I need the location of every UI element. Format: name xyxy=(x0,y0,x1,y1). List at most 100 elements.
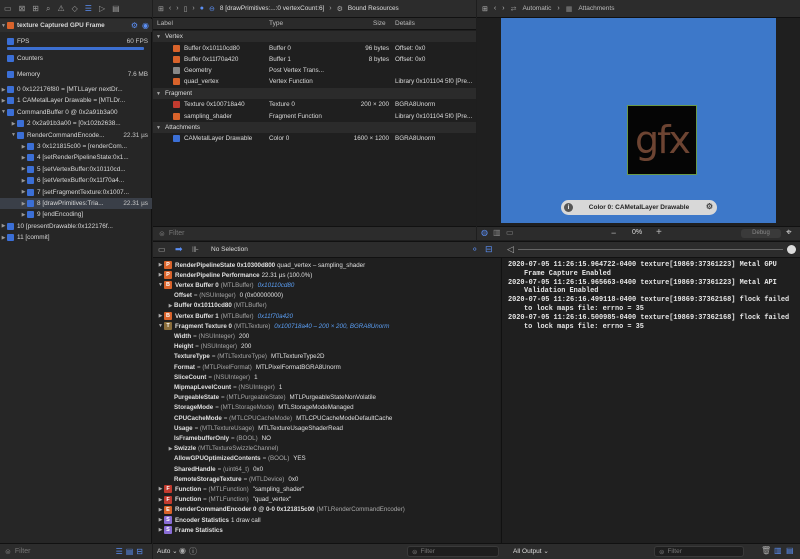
variable-row[interactable]: MipmapLevelCount = (NSUInteger) 1 xyxy=(167,382,282,392)
variable-row[interactable]: ▶ F Function = (MTLFunction) "sampling_shade… xyxy=(157,484,304,494)
variable-row[interactable]: ▶ Swizzle (MTLTextureSwizzleChannel) xyxy=(167,444,280,454)
disclosure-triangle-icon[interactable]: ▶ xyxy=(20,144,27,150)
nav-tree-row[interactable]: ▶ 9 [endEncoding] xyxy=(0,209,152,220)
disclosure-triangle-icon[interactable]: ▶ xyxy=(10,121,17,127)
disclosure-triangle-icon[interactable]: ▼ xyxy=(156,125,161,131)
variable-row[interactable]: ▶ P RenderPipeline Performance 22.31 µs (10… xyxy=(157,270,312,280)
resource-section[interactable]: ▼ Attachments xyxy=(153,121,476,133)
disclosure-triangle-icon[interactable]: ▶ xyxy=(0,235,7,241)
source-control-icon[interactable]: ⊠ xyxy=(19,4,26,13)
nav-tree-row[interactable]: ▶ 3 0x121815c00 = [renderCom... xyxy=(0,141,152,152)
resource-section[interactable]: ▼ Vertex xyxy=(153,31,476,42)
attachment-canvas[interactable]: gfx xyxy=(501,18,776,223)
info-icon[interactable]: ⓘ xyxy=(189,546,197,557)
disclosure-triangle-icon[interactable]: ▶ xyxy=(157,486,164,492)
capture-icon[interactable]: ● xyxy=(200,5,204,12)
forward-icon[interactable]: › xyxy=(502,5,504,12)
disclosure-triangle-icon[interactable]: ▼ xyxy=(10,132,17,138)
grid-icon[interactable]: ⊞ xyxy=(158,5,164,13)
debug-icon[interactable]: ☰ xyxy=(85,4,92,13)
disclosure-triangle-icon[interactable]: ▶ xyxy=(167,446,174,452)
variable-row[interactable]: Usage = (MTLTextureUsage) MTLTextureUsageS… xyxy=(167,423,343,433)
zoom-in-icon[interactable]: + xyxy=(656,227,662,238)
disclosure-triangle-icon[interactable]: ▼ xyxy=(156,34,161,40)
nav-tree-row[interactable]: ▶ 8 [drawPrimitives:Tria... 22.31 µs xyxy=(0,198,152,209)
nav-tree-row[interactable]: ▶ 7 [setFragmentTexture:0x1007... xyxy=(0,187,152,198)
disclosure-triangle-icon[interactable]: ▶ xyxy=(20,201,27,207)
variable-row[interactable]: ▶ B Vertex Buffer 1 (MTLBuffer) 0x11f70a420 xyxy=(157,311,293,321)
variable-row[interactable]: ▶ F Function = (MTLFunction) "quad_vertex" xyxy=(157,495,291,505)
search-icon[interactable]: ⌕ xyxy=(46,4,50,14)
disclosure-triangle-icon[interactable]: ▶ xyxy=(20,212,27,218)
grid-icon[interactable]: ⊞ xyxy=(482,5,488,13)
disclosure-triangle-icon[interactable]: ▶ xyxy=(20,155,27,161)
breakpoints-icon[interactable]: ➡ xyxy=(175,244,183,255)
test-icon[interactable]: ◇ xyxy=(72,4,78,13)
disclosure-triangle-icon[interactable]: ▶ xyxy=(157,272,164,278)
attachment-pill[interactable]: i Color 0: CAMetalLayer Drawable ⚙ xyxy=(561,200,717,215)
crumb-attachments[interactable]: Attachments xyxy=(578,5,614,12)
disclosure-triangle-icon[interactable]: ▶ xyxy=(157,517,164,523)
variable-row[interactable]: PurgeableState = (MTLPurgeableState) MTLPu… xyxy=(167,393,376,403)
variable-row[interactable]: SharedHandle = (uint64_t) 0x0 xyxy=(167,464,263,474)
resource-row[interactable]: Buffer 0x11f70a420 Buffer 1 8 bytes Offset:… xyxy=(153,54,476,65)
crosshair-icon[interactable]: ⌖ xyxy=(786,227,792,238)
split-icon[interactable]: ▥ xyxy=(493,228,501,237)
back-icon[interactable]: ‹ xyxy=(169,5,171,12)
variable-row[interactable]: AllowGPUOptimizedContents = (BOOL) YES xyxy=(167,454,306,464)
zoom-out-icon[interactable]: − xyxy=(611,228,616,238)
column-details[interactable]: Details xyxy=(395,20,415,27)
disclosure-triangle-icon[interactable]: ▶ xyxy=(0,98,7,104)
back-icon[interactable]: ‹ xyxy=(494,5,496,12)
variable-row[interactable]: ▶ P RenderPipelineState 0x10300d800 quad_ve… xyxy=(157,260,365,270)
file-icon[interactable]: ▯ xyxy=(184,5,188,13)
variable-row[interactable]: IsFramebufferOnly = (BOOL) NO xyxy=(167,433,271,443)
variable-row[interactable]: ▶ Buffer 0x10110cd80 (MTLBuffer) xyxy=(167,301,269,311)
report-icon[interactable]: ▤ xyxy=(112,4,120,13)
disclosure-triangle-icon[interactable]: ▼ xyxy=(157,323,164,329)
camera-icon[interactable]: ◉ xyxy=(142,21,149,30)
console-slider-knob[interactable] xyxy=(787,245,796,254)
column-type[interactable]: Type xyxy=(269,20,283,27)
folder-icon[interactable]: ▭ xyxy=(4,4,12,13)
symbol-icon[interactable]: ⊞ xyxy=(32,4,39,13)
variable-row[interactable]: StorageMode = (MTLStorageMode) MTLStorageM… xyxy=(167,403,354,413)
disclosure-triangle-icon[interactable]: ▼ xyxy=(0,109,7,115)
variables-filter-input[interactable]: Filter xyxy=(420,548,434,555)
image-icon[interactable]: ▭ xyxy=(506,228,514,237)
resource-row[interactable]: quad_vertex Vertex Function Library 0x1011… xyxy=(153,76,476,87)
variable-row[interactable]: ▼ B Vertex Buffer 0 (MTLBuffer) 0x10110cd80 xyxy=(157,280,294,290)
disclosure-triangle-icon[interactable]: ▶ xyxy=(157,497,164,503)
info-icon[interactable]: i xyxy=(564,203,573,212)
nav-tree-row[interactable]: ▶ 11 [commit] xyxy=(0,232,152,243)
resource-row[interactable]: sampling_shader Fragment Function Library … xyxy=(153,111,476,122)
console-filter-input[interactable]: Filter xyxy=(667,548,681,555)
nav-tree-row[interactable]: ▶ 4 [setRenderPipelineState:0x1... xyxy=(0,152,152,163)
disclosure-triangle-icon[interactable]: ▶ xyxy=(157,527,164,533)
resource-section[interactable]: ▼ Fragment xyxy=(153,87,476,99)
resources-filter-input[interactable]: Filter xyxy=(169,230,185,237)
nav-tree-row[interactable]: ▶ 10 [presentDrawable:0x122176f... xyxy=(0,221,152,232)
nav-tree-row[interactable]: ▶ 6 [setVertexBuffer:0x11f70a4... xyxy=(0,175,152,186)
jump-bar-command[interactable]: 8 [drawPrimitives:...:0 vertexCount:6] xyxy=(220,5,324,12)
step-icon[interactable]: ⊪ xyxy=(192,245,199,254)
jump-bar-resources[interactable]: Bound Resources xyxy=(348,5,399,12)
counters-row[interactable]: Counters xyxy=(0,52,152,65)
variables-filter[interactable]: ⊜ Filter xyxy=(407,546,499,557)
split-console-icon[interactable]: ◁ xyxy=(507,244,514,255)
console-output[interactable]: 2020-07-05 11:26:15.964722-0400 texture[… xyxy=(501,258,800,543)
disclosure-triangle-icon[interactable]: ▶ xyxy=(0,87,7,93)
memory-row[interactable]: Memory 7.6 MB xyxy=(0,68,152,81)
hide-panel-icon[interactable]: ▭ xyxy=(158,245,166,254)
crumb-automatic[interactable]: Automatic xyxy=(522,5,551,12)
column-size[interactable]: Size xyxy=(373,20,386,27)
memory-graph-icon[interactable]: ⚬ xyxy=(471,244,479,255)
console-filter[interactable]: ⊜ Filter xyxy=(654,546,744,557)
variable-row[interactable]: SliceCount = (NSUInteger) 1 xyxy=(167,372,258,382)
disclosure-triangle-icon[interactable]: ▶ xyxy=(167,303,174,309)
disclosure-triangle-icon[interactable]: ▼ xyxy=(156,91,161,97)
disclosure-triangle-icon[interactable]: ▶ xyxy=(157,507,164,513)
trash-icon[interactable]: 🗑 xyxy=(761,546,771,555)
disclosure-triangle-icon[interactable]: ▶ xyxy=(0,223,7,229)
navigator-filter-input[interactable]: Filter xyxy=(15,548,31,555)
